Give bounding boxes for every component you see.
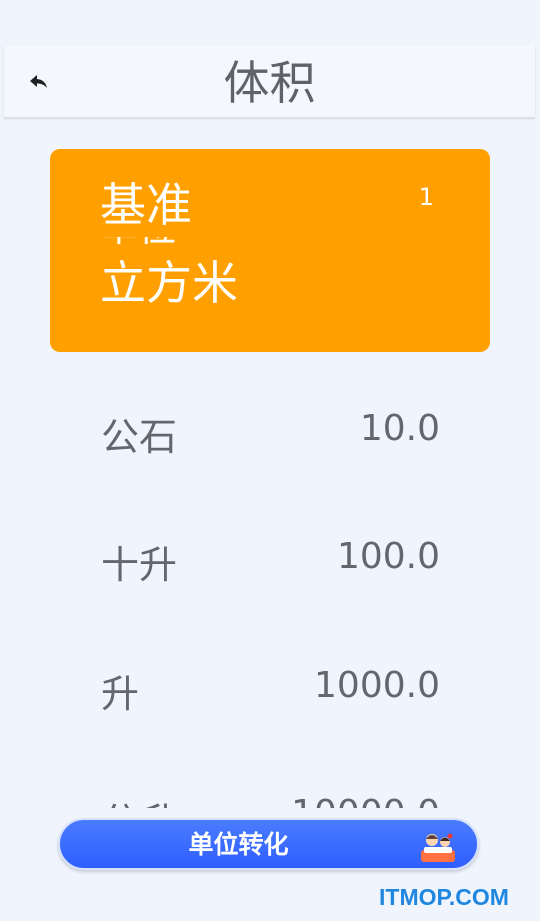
site-watermark: ITMOP.COM (379, 884, 509, 910)
unit-value: 1000.0 (314, 665, 440, 706)
unit-name: 分升 (101, 791, 177, 808)
unit-value: 10000.0 (291, 793, 440, 808)
base-unit-value: 1 (418, 183, 434, 211)
unit-convert-button[interactable]: 单位转化 (58, 818, 479, 870)
list-item[interactable]: 升 1000.0 (0, 623, 540, 751)
unit-name: 升 (101, 672, 140, 716)
conversion-list[interactable]: 公石 10.0 十升 100.0 升 1000.0 分升 10000.0 (0, 366, 540, 808)
list-item[interactable]: 分升 10000.0 (0, 751, 540, 808)
base-unit-card[interactable]: 基准 单位 立方米 1 (50, 149, 490, 352)
list-item[interactable]: 十升 100.0 (0, 494, 540, 622)
kids-reading-icon (421, 833, 455, 862)
unit-value: 100.0 (336, 536, 440, 577)
base-label: 基准 (100, 178, 192, 232)
unit-name: 十升 (101, 543, 178, 587)
base-unit-name: 立方米 (100, 256, 238, 310)
page-title: 体积 (223, 56, 316, 110)
base-label-clipped: 单位 (100, 237, 176, 251)
unit-convert-label: 单位转化 (188, 830, 289, 859)
unit-value: 10.0 (359, 408, 440, 449)
top-bar: 体积 (4, 45, 535, 118)
unit-name: 公石 (101, 415, 178, 459)
list-item[interactable]: 公石 10.0 (0, 366, 540, 494)
